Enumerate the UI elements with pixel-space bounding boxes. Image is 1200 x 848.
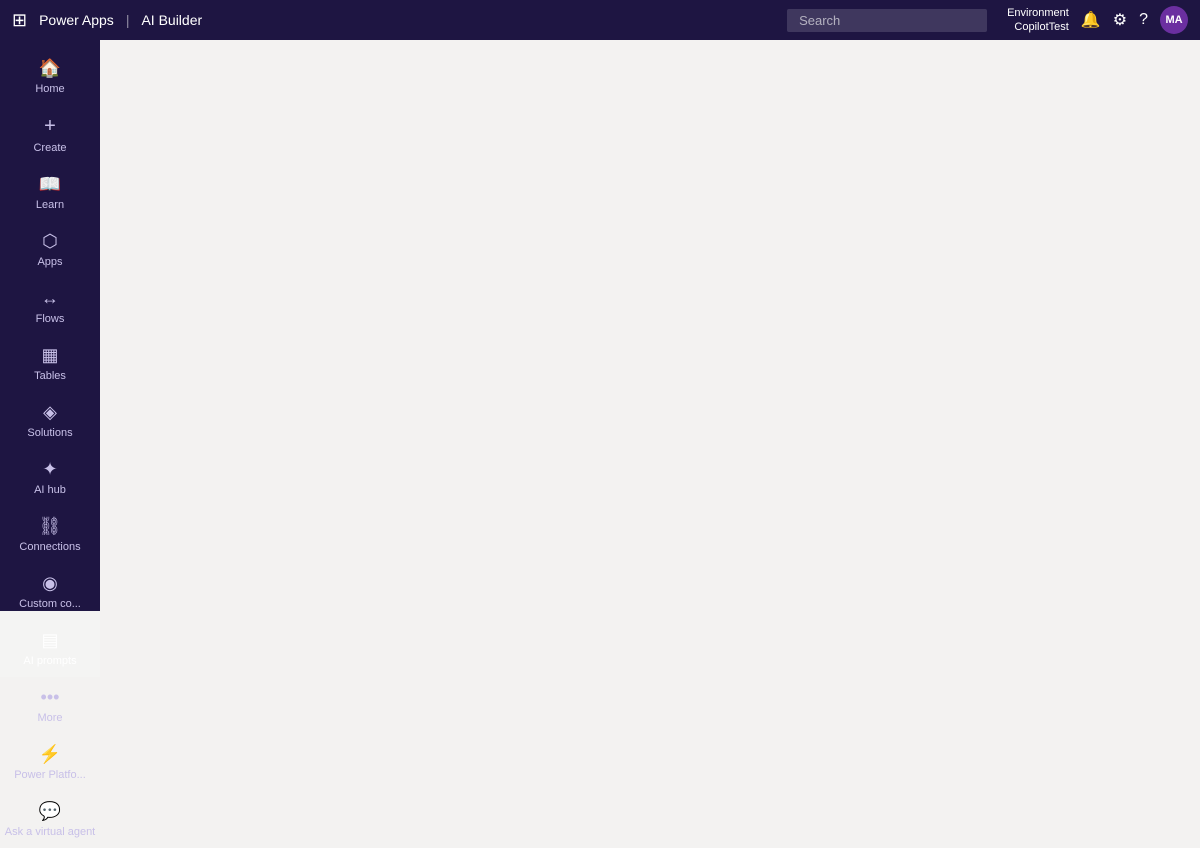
help-icon[interactable]: ? <box>1139 11 1148 29</box>
sidebar: 🏠 Home + Create 📖 Learn ⬡ Apps ↔ Flows ▦… <box>0 40 100 611</box>
apps-grid-icon[interactable]: ⊞ <box>12 10 27 31</box>
customco-icon: ◉ <box>42 573 58 594</box>
sidebar-label-aiprompts: AI prompts <box>23 655 76 667</box>
sidebar-label-aihub: AI hub <box>34 484 66 496</box>
aihub-icon: ✦ <box>42 459 57 480</box>
sidebar-item-learn[interactable]: 📖 Learn <box>0 164 100 221</box>
sidebar-label-apps: Apps <box>37 256 62 268</box>
sidebar-label-askagent: Ask a virtual agent <box>5 826 96 838</box>
environment-info[interactable]: Environment CopilotTest <box>1007 6 1069 35</box>
flows-icon: ↔ <box>41 288 59 309</box>
powerplatform-icon: ⚡ <box>39 744 61 765</box>
brand-name: Power Apps | AI Builder <box>39 12 202 28</box>
create-icon: + <box>44 115 56 138</box>
more-icon: ••• <box>41 687 60 708</box>
sidebar-label-more: More <box>37 712 62 724</box>
askagent-icon: 💬 <box>39 801 61 822</box>
sidebar-label-flows: Flows <box>36 313 65 325</box>
env-label: Environment <box>1007 6 1069 20</box>
topnav-right: Environment CopilotTest 🔔 ⚙ ? MA <box>1007 6 1188 35</box>
brand-divider: | <box>126 12 130 28</box>
top-navigation: ⊞ Power Apps | AI Builder Environment Co… <box>0 0 1200 40</box>
sidebar-item-apps[interactable]: ⬡ Apps <box>0 221 100 278</box>
sidebar-item-askagent[interactable]: 💬 Ask a virtual agent <box>0 791 100 848</box>
avatar[interactable]: MA <box>1160 6 1188 34</box>
sidebar-label-create: Create <box>33 142 66 154</box>
sidebar-label-learn: Learn <box>36 199 64 211</box>
search-input[interactable] <box>787 9 987 32</box>
env-name: CopilotTest <box>1007 20 1069 34</box>
sidebar-item-aihub[interactable]: ✦ AI hub <box>0 449 100 506</box>
settings-icon[interactable]: ⚙ <box>1113 10 1127 30</box>
sidebar-label-tables: Tables <box>34 370 66 382</box>
sidebar-item-tables[interactable]: ▦ Tables <box>0 335 100 392</box>
sidebar-label-home: Home <box>35 83 64 95</box>
apps-icon: ⬡ <box>42 231 58 252</box>
sidebar-item-connections[interactable]: ⛓ Connections <box>0 506 100 563</box>
tables-icon: ▦ <box>41 345 58 366</box>
sidebar-item-customco[interactable]: ◉ Custom co... <box>0 563 100 620</box>
learn-icon: 📖 <box>39 174 61 195</box>
sidebar-item-flows[interactable]: ↔ Flows <box>0 278 100 335</box>
sidebar-label-solutions: Solutions <box>27 427 72 439</box>
sidebar-item-solutions[interactable]: ◈ Solutions <box>0 392 100 449</box>
notification-icon[interactable]: 🔔 <box>1081 10 1101 30</box>
power-apps-label: Power Apps <box>39 12 114 28</box>
sidebar-label-connections: Connections <box>19 541 80 553</box>
sidebar-label-powerplatform: Power Platfo... <box>14 769 86 781</box>
sidebar-item-create[interactable]: + Create <box>0 105 100 164</box>
sidebar-item-aiprompts[interactable]: ▤ AI prompts <box>0 620 100 677</box>
sidebar-label-customco: Custom co... <box>19 598 81 610</box>
sidebar-item-powerplatform[interactable]: ⚡ Power Platfo... <box>0 734 100 791</box>
aiprompts-icon: ▤ <box>41 630 58 651</box>
sidebar-item-home[interactable]: 🏠 Home <box>0 48 100 105</box>
solutions-icon: ◈ <box>43 402 57 423</box>
product-label: AI Builder <box>141 12 202 28</box>
home-icon: 🏠 <box>39 58 61 79</box>
sidebar-item-more[interactable]: ••• More <box>0 677 100 734</box>
connections-icon: ⛓ <box>39 516 62 537</box>
